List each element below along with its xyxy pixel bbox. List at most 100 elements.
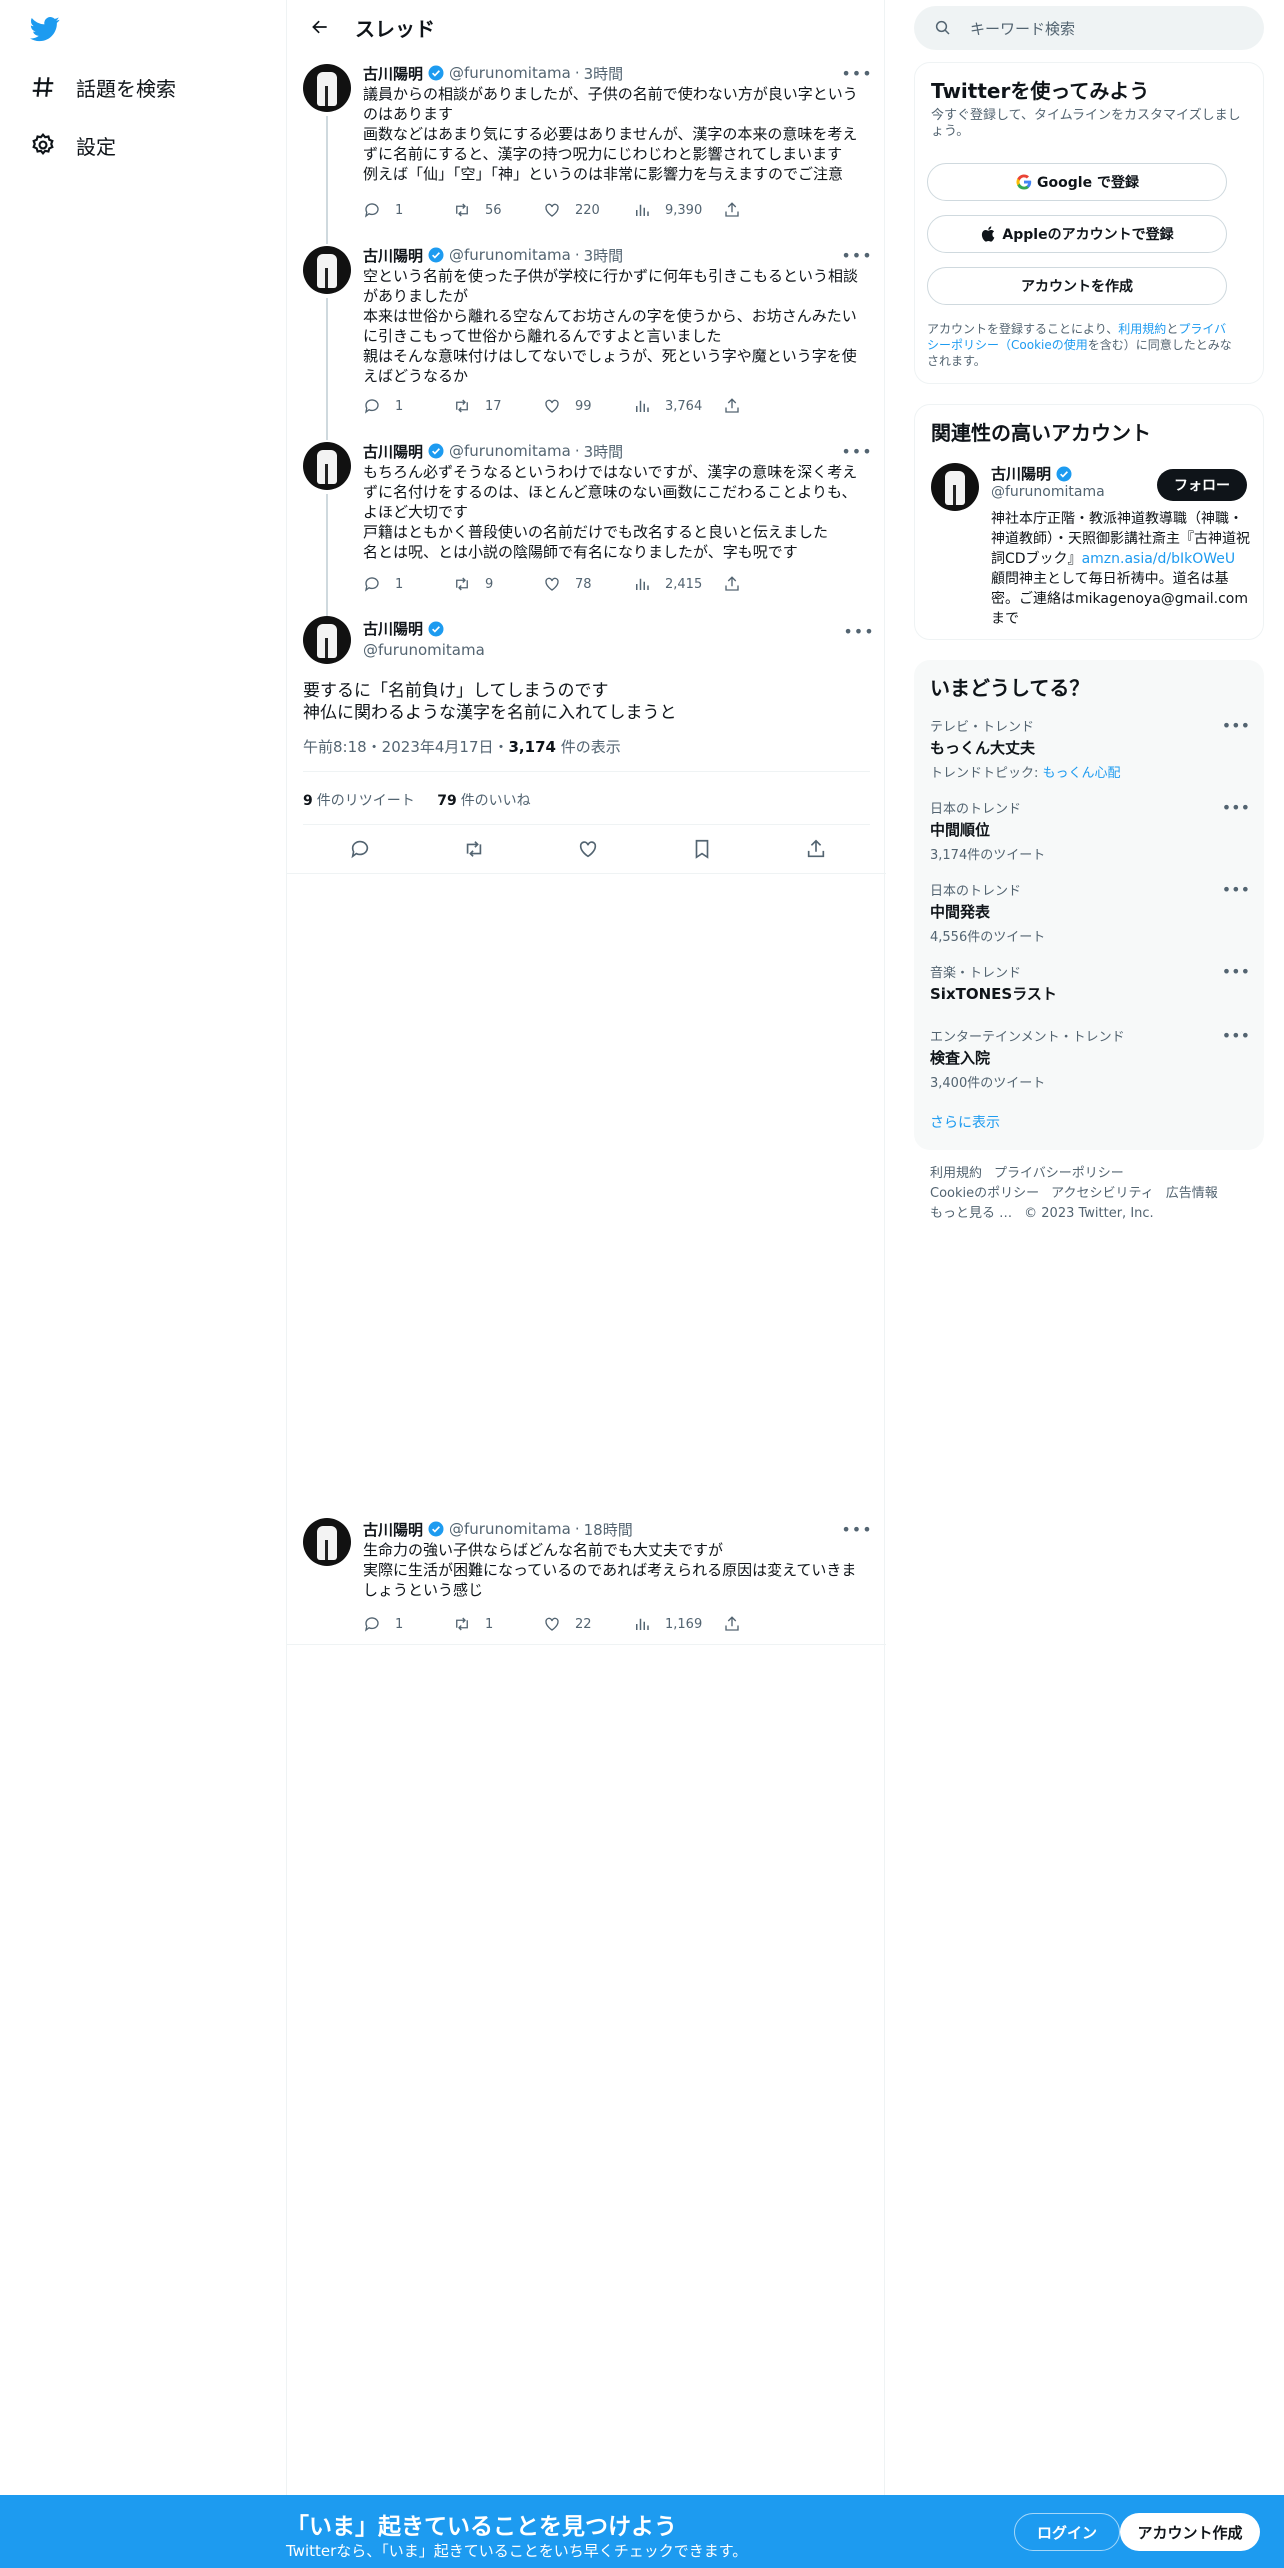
signup-button[interactable]: アカウント作成 [1120, 2513, 1260, 2551]
tweet-timestamp[interactable]: 午前8:18・2023年4月17日・3,174 件の表示 [303, 736, 621, 757]
more-options-icon[interactable]: ••• [843, 620, 873, 642]
share-button[interactable] [723, 396, 763, 416]
thread-tweet[interactable]: 古川陽明 @furunomitama · 3時間 ••• 空という名前を使った子… [287, 236, 886, 432]
more-options-icon[interactable]: ••• [841, 62, 871, 84]
avatar[interactable] [303, 442, 351, 490]
terms-link[interactable]: 利用規約 [1118, 322, 1166, 336]
author-handle[interactable]: @furunomitama [363, 641, 485, 659]
like-button[interactable]: 220 [543, 200, 633, 220]
footer-link[interactable]: プライバシーポリシー [994, 1166, 1124, 1181]
author-handle[interactable]: @furunomitama [991, 484, 1105, 500]
more-options-icon[interactable]: ••• [841, 244, 871, 266]
retweet-button[interactable]: 56 [453, 200, 543, 220]
retweet-button[interactable]: 17 [453, 396, 543, 416]
tweet-time[interactable]: 18時間 [584, 1519, 633, 1540]
show-more-link[interactable]: さらに表示 [930, 1112, 1000, 1132]
retweet-button[interactable]: 9 [453, 574, 543, 594]
footer-link[interactable]: アクセシビリティ [1051, 1186, 1154, 1201]
trend-item[interactable]: エンターテインメント・トレンド 検査入院 3,400件のツイート ••• [930, 1026, 1250, 1091]
views-button[interactable]: 9,390 [633, 200, 723, 220]
author-name[interactable]: 古川陽明 [363, 245, 423, 266]
avatar[interactable] [303, 1518, 351, 1566]
analytics-icon [636, 204, 649, 216]
author-handle[interactable]: @furunomitama [449, 442, 571, 460]
bookmark-button[interactable] [691, 838, 713, 864]
trend-item[interactable]: テレビ・トレンド もっくん大丈夫 トレンドトピック: もっくん心配 ••• [930, 716, 1250, 781]
more-options-icon[interactable]: ••• [1222, 798, 1250, 817]
share-button[interactable] [723, 1614, 763, 1634]
footer-link[interactable]: 広告情報 [1166, 1186, 1218, 1201]
twitter-logo-icon[interactable] [28, 14, 62, 44]
reply-button[interactable]: 1 [363, 1614, 453, 1634]
reply-button[interactable]: 1 [363, 396, 453, 416]
login-button[interactable]: ログイン [1014, 2513, 1120, 2551]
like-button[interactable]: 78 [543, 574, 633, 594]
avatar[interactable] [303, 64, 351, 112]
google-signup-button[interactable]: Google で登録 [927, 163, 1227, 201]
share-button[interactable] [723, 200, 763, 220]
like-button[interactable]: 99 [543, 396, 633, 416]
left-sidebar: 話題を検索 設定 [0, 0, 286, 2568]
retweet-button[interactable]: 1 [453, 1614, 543, 1634]
tweet-time[interactable]: 3時間 [584, 245, 624, 266]
reply-button[interactable]: 1 [363, 574, 453, 594]
author-name[interactable]: 古川陽明 [363, 1519, 423, 1540]
more-options-icon[interactable]: ••• [1222, 716, 1250, 735]
tweet-text: 議員からの相談がありましたが、子供の名前で使わない方が良い字というのはあります … [363, 85, 858, 183]
avatar[interactable] [303, 616, 351, 664]
tweet-time[interactable]: 3時間 [584, 441, 624, 462]
avatar[interactable] [303, 246, 351, 294]
likes-link[interactable]: 79 件のいいね [437, 793, 530, 809]
author-handle[interactable]: @furunomitama [449, 246, 571, 264]
sidebar-item-settings[interactable]: 設定 [28, 121, 116, 169]
views-button[interactable]: 3,764 [633, 396, 723, 416]
author-name[interactable]: 古川陽明 [991, 463, 1051, 484]
more-options-icon[interactable]: ••• [841, 440, 871, 462]
sidebar-item-explore[interactable]: 話題を検索 [28, 63, 176, 111]
author-name[interactable]: 古川陽明 [363, 63, 423, 84]
verified-badge-icon [428, 1521, 444, 1537]
more-options-icon[interactable]: ••• [1222, 880, 1250, 899]
trend-item[interactable]: 音楽・トレンド SixTONESラスト ••• [930, 962, 1250, 1004]
more-options-icon[interactable]: ••• [1222, 1026, 1250, 1045]
follow-button[interactable]: フォロー [1157, 469, 1247, 501]
thread-tweet[interactable]: 古川陽明 @furunomitama · 3時間 ••• もちろん必ずそうなると… [287, 432, 886, 608]
bio-link[interactable]: amzn.asia/d/bIkOWeU [1082, 551, 1236, 567]
footer-link[interactable]: もっと見る … [930, 1206, 1012, 1221]
like-button[interactable]: 22 [543, 1614, 633, 1634]
back-arrow-icon[interactable] [303, 10, 337, 44]
author-name[interactable]: 古川陽明 [363, 618, 423, 639]
reply-button[interactable] [349, 838, 371, 864]
share-button[interactable] [805, 838, 827, 864]
share-button[interactable] [723, 574, 763, 594]
author-handle[interactable]: @furunomitama [449, 1520, 571, 1538]
avatar[interactable] [931, 463, 979, 511]
tweet-time[interactable]: 3時間 [584, 63, 624, 84]
footer-link[interactable]: 利用規約 [930, 1166, 982, 1181]
thread-tweet[interactable]: 古川陽明 @furunomitama · 3時間 ••• 議員からの相談がありま… [287, 54, 886, 242]
reply-tweet[interactable]: 古川陽明 @furunomitama · 18時間 ••• 生命力の強い子供なら… [287, 1508, 886, 1645]
create-account-button[interactable]: アカウントを作成 [927, 267, 1227, 305]
like-button[interactable] [577, 838, 599, 864]
retweet-button[interactable] [463, 838, 485, 864]
trend-item[interactable]: 日本のトレンド 中間順位 3,174件のツイート ••• [930, 798, 1250, 863]
footer-link[interactable]: Cookieのポリシー [930, 1186, 1039, 1201]
more-options-icon[interactable]: ••• [1222, 962, 1250, 981]
author-name[interactable]: 古川陽明 [363, 441, 423, 462]
trends-card: いまどうしてる？ テレビ・トレンド もっくん大丈夫 トレンドトピック: もっくん… [914, 660, 1264, 1150]
views-button[interactable]: 2,415 [633, 574, 723, 594]
more-options-icon[interactable]: ••• [841, 1518, 871, 1540]
apple-signup-button[interactable]: Appleのアカウントで登録 [927, 215, 1227, 253]
trend-topic-link[interactable]: もっくん心配 [1043, 766, 1121, 781]
reply-button[interactable]: 1 [363, 200, 453, 220]
retweets-link[interactable]: 9 件のリツイート [303, 793, 415, 809]
apple-icon [982, 226, 995, 242]
engagement-stats: 9 件のリツイート 79 件のいいね [303, 790, 531, 810]
sidebar-item-label: 設定 [76, 134, 116, 159]
heart-icon [579, 841, 597, 858]
author-handle[interactable]: @furunomitama [449, 64, 571, 82]
trend-item[interactable]: 日本のトレンド 中間発表 4,556件のツイート ••• [930, 880, 1250, 945]
views-button[interactable]: 1,169 [633, 1614, 723, 1634]
search-input[interactable]: キーワード検索 [914, 6, 1264, 50]
terms-text: アカウントを登録することにより、利用規約とプライバシーポリシー（Cookieの使… [927, 322, 1232, 368]
